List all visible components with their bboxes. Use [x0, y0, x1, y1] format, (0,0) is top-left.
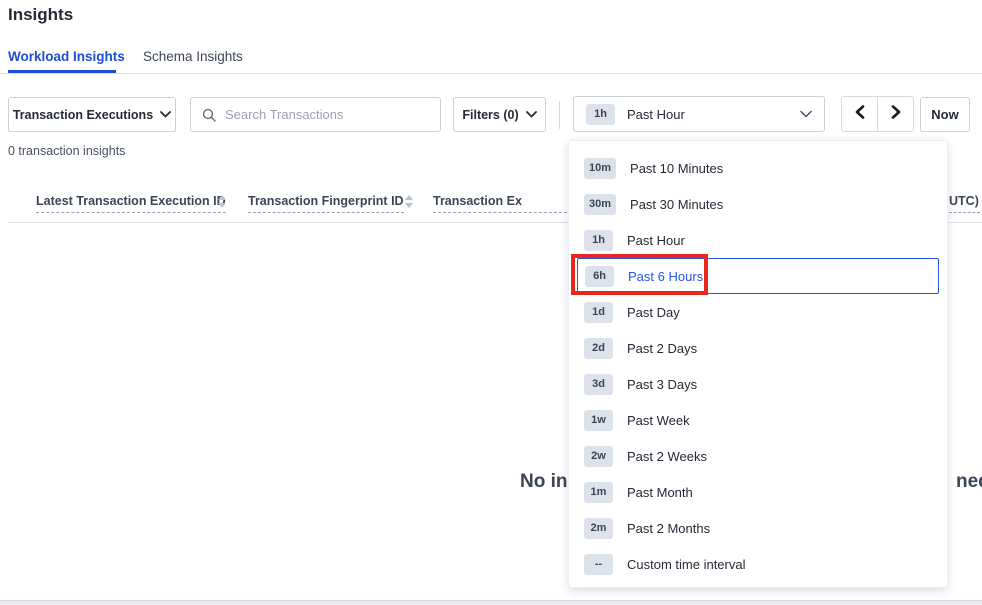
time-range-option-label: Past 6 Hours — [628, 269, 703, 284]
time-range-option[interactable]: 2w Past 2 Weeks — [569, 438, 947, 474]
time-range-option-label: Past 2 Weeks — [627, 449, 707, 464]
time-range-option-label: Past 10 Minutes — [630, 161, 723, 176]
time-range-option[interactable]: 10m Past 10 Minutes — [569, 150, 947, 186]
time-range-option-label: Past Day — [627, 305, 680, 320]
time-range-option-badge: 1w — [584, 410, 613, 431]
filters-button[interactable]: Filters (0) — [453, 97, 546, 132]
time-range-option-badge: 2w — [584, 446, 613, 467]
search-input[interactable] — [225, 107, 415, 122]
transaction-type-label: Transaction Executions — [13, 108, 153, 122]
column-header-latest-transaction-execution-id[interactable]: Latest Transaction Execution ID — [36, 194, 226, 213]
filters-label: Filters (0) — [462, 108, 518, 122]
insights-count: 0 transaction insights — [8, 144, 125, 158]
column-header-transaction-execution-truncated[interactable]: Transaction Ex — [433, 194, 567, 213]
time-range-option-badge: 1d — [584, 302, 613, 323]
time-range-option[interactable]: 2d Past 2 Days — [569, 330, 947, 366]
time-range-option-label: Past 3 Days — [627, 377, 697, 392]
time-range-option-label: Past 2 Days — [627, 341, 697, 356]
time-range-step-group — [841, 96, 914, 132]
previous-range-button[interactable] — [841, 96, 878, 132]
empty-state-text-fragment-left: No in — [520, 471, 568, 493]
search-icon — [202, 108, 216, 122]
time-range-option-badge: 10m — [584, 158, 616, 179]
time-range-option-badge: 6h — [585, 266, 614, 287]
insights-page: Insights Workload Insights Schema Insigh… — [0, 0, 982, 605]
chevron-right-icon — [890, 105, 902, 124]
column-header-transaction-fingerprint-id[interactable]: Transaction Fingerprint ID — [248, 194, 404, 213]
time-range-option[interactable]: 1d Past Day — [569, 294, 947, 330]
time-range-option[interactable]: 1h Past Hour — [569, 222, 947, 258]
time-range-option-badge: 2d — [584, 338, 613, 359]
time-range-option-label: Past Hour — [627, 233, 685, 248]
time-range-option-label: Custom time interval — [627, 557, 745, 572]
sort-icon[interactable] — [218, 195, 226, 211]
time-range-option-label: Past 30 Minutes — [630, 197, 723, 212]
search-box[interactable] — [190, 97, 441, 132]
time-range-dropdown-menu: 10m Past 10 Minutes 30m Past 30 Minutes … — [568, 140, 948, 588]
empty-state-text-fragment-right: ned. — [956, 471, 982, 493]
time-range-dropdown-trigger[interactable]: 1h Past Hour — [573, 96, 825, 132]
time-range-option-label: Past Week — [627, 413, 690, 428]
column-header-utc-truncated[interactable]: UTC) — [949, 194, 980, 213]
transaction-type-dropdown[interactable]: Transaction Executions — [8, 97, 176, 132]
now-button[interactable]: Now — [920, 97, 970, 132]
active-tab-underline — [8, 70, 116, 73]
time-range-option-label: Past 2 Months — [627, 521, 710, 536]
time-range-option[interactable]: 30m Past 30 Minutes — [569, 186, 947, 222]
time-range-option-badge: 1h — [584, 230, 613, 251]
time-range-option-badge: -- — [584, 554, 613, 575]
time-range-label: Past Hour — [627, 107, 685, 122]
bottom-edge-band — [0, 600, 982, 605]
page-title: Insights — [8, 5, 73, 25]
chevron-down-icon — [526, 111, 537, 118]
time-range-option-badge: 2m — [584, 518, 613, 539]
time-range-badge: 1h — [586, 104, 615, 125]
time-range-option[interactable]: 2m Past 2 Months — [569, 510, 947, 546]
chevron-down-icon — [800, 105, 812, 123]
toolbar-divider — [559, 101, 560, 129]
chevron-left-icon — [854, 105, 866, 124]
time-range-option-badge: 30m — [584, 194, 616, 215]
time-range-option[interactable]: 1w Past Week — [569, 402, 947, 438]
tab-workload-insights[interactable]: Workload Insights — [8, 49, 125, 64]
tab-schema-insights[interactable]: Schema Insights — [143, 49, 243, 64]
sort-icon[interactable] — [405, 195, 413, 211]
time-range-option[interactable]: 6h Past 6 Hours — [577, 258, 939, 294]
tabs-divider — [0, 73, 982, 74]
time-range-option[interactable]: 1m Past Month — [569, 474, 947, 510]
time-range-option[interactable]: -- Custom time interval — [569, 546, 947, 582]
time-range-option-badge: 3d — [584, 374, 613, 395]
time-range-option[interactable]: 3d Past 3 Days — [569, 366, 947, 402]
next-range-button[interactable] — [877, 96, 914, 132]
time-range-option-badge: 1m — [584, 482, 613, 503]
time-range-option-label: Past Month — [627, 485, 693, 500]
chevron-down-icon — [160, 111, 171, 118]
